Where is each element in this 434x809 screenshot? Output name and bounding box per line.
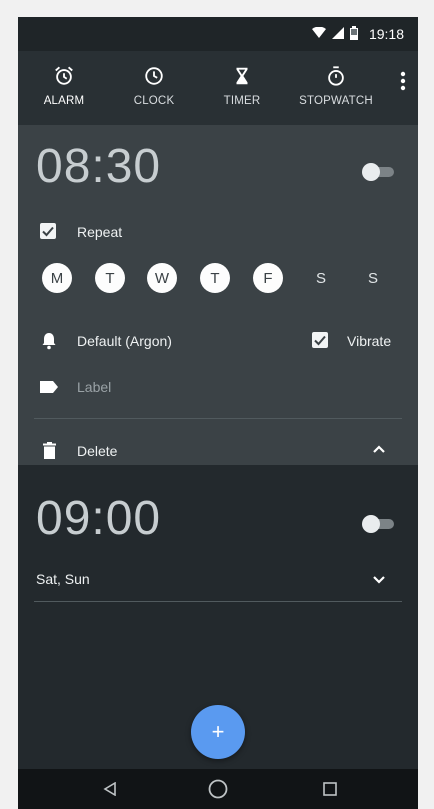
home-circle-icon [208,779,228,799]
status-icons [312,26,358,40]
delete-button[interactable]: Delete [77,443,117,459]
label-field[interactable]: Label [77,379,111,395]
day-thursday[interactable]: T [200,263,230,293]
repeat-label: Repeat [77,224,123,240]
back-button[interactable] [98,777,122,801]
vibrate-checkbox[interactable] [312,332,328,348]
ringtone-button[interactable]: Default (Argon) [77,333,172,349]
alarm-icon [55,66,73,85]
alarm-item-expanded: 08:30 Repeat M T W T F S S Default (Argo… [18,125,418,465]
day-friday[interactable]: F [253,263,283,293]
tab-bar: ALARM CLOCK TIMER STOPWATCH [18,51,418,125]
alarm-time[interactable]: 09:00 [36,491,161,546]
tab-stopwatch[interactable]: STOPWATCH [290,65,382,107]
day-monday[interactable]: M [42,263,72,293]
home-button[interactable] [206,777,230,801]
repeat-summary: Sat, Sun [36,571,90,587]
alarm-toggle[interactable] [362,515,394,533]
tab-stopwatch-label: STOPWATCH [299,95,373,107]
chevron-up-icon[interactable] [373,445,385,453]
repeat-checkbox[interactable] [40,223,56,239]
tab-clock[interactable]: CLOCK [116,65,192,107]
divider [34,418,402,419]
bell-icon [42,333,56,350]
alarm-time[interactable]: 08:30 [36,139,161,194]
toggle-thumb [362,515,380,533]
status-time: 19:18 [368,26,404,42]
add-alarm-button[interactable]: + [191,705,245,759]
day-saturday[interactable]: S [306,263,336,293]
tab-alarm[interactable]: ALARM [26,65,102,107]
recents-square-icon [323,782,337,796]
alarm-toggle[interactable] [362,163,394,181]
day-wednesday[interactable]: W [147,263,177,293]
system-nav-bar [18,769,418,809]
add-icon: + [211,719,225,744]
check-icon [42,226,54,237]
more-vert-icon [400,71,406,91]
day-sunday[interactable]: S [358,263,388,293]
cell-signal-icon [332,27,344,39]
back-triangle-icon [103,782,116,796]
tab-alarm-label: ALARM [43,95,85,107]
stopwatch-icon [328,66,344,86]
tab-timer[interactable]: TIMER [204,65,280,107]
hourglass-icon [236,67,248,85]
label-tag-icon [40,381,58,393]
toggle-thumb [362,163,380,181]
chevron-down-icon[interactable] [373,576,385,584]
recents-button[interactable] [318,777,342,801]
divider [34,601,402,602]
day-tuesday[interactable]: T [95,263,125,293]
tab-timer-label: TIMER [223,95,261,107]
check-icon [314,335,326,346]
delete-icon [43,442,56,459]
status-bar: 19:18 [18,17,418,51]
overflow-menu-button[interactable] [400,71,406,96]
wifi-icon [312,27,326,38]
clock-icon [145,67,163,85]
battery-icon [350,26,358,40]
clock-app-screen: 19:18 ALARM CLOCK TIMER STOPWATCH 08:30 [18,17,418,809]
vibrate-label: Vibrate [347,333,392,349]
tab-clock-label: CLOCK [133,95,175,107]
